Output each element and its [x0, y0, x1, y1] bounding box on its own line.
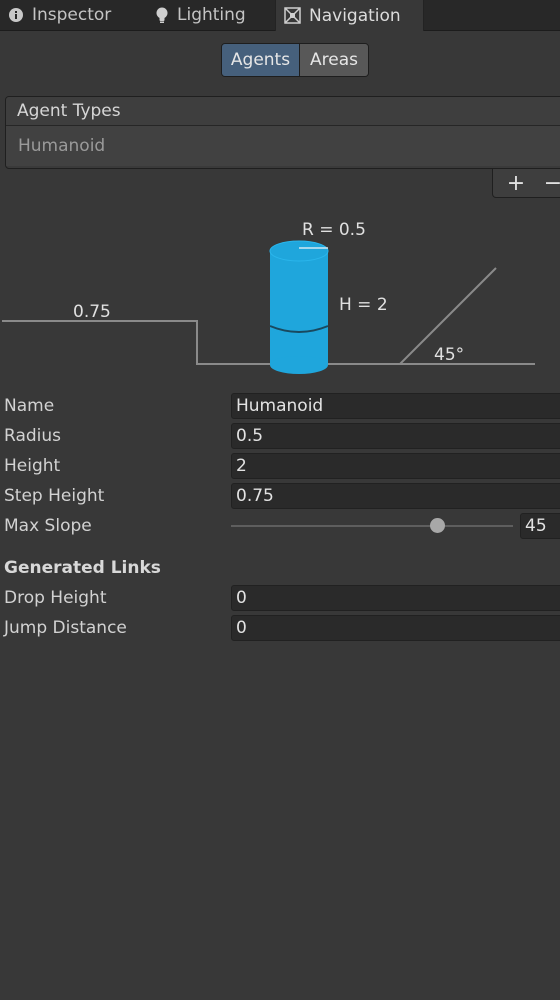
list-item[interactable]: Humanoid — [6, 126, 560, 166]
jump-distance-field[interactable]: 0 — [231, 615, 560, 641]
radius-label-field: Radius — [4, 426, 62, 446]
height-label-field: Height — [4, 456, 61, 476]
height-field[interactable]: 2 — [231, 453, 560, 479]
max-slope-slider-thumb[interactable] — [430, 518, 445, 533]
tab-navigation-label: Navigation — [309, 5, 401, 26]
tab-inspector[interactable]: Inspector — [8, 0, 111, 30]
step-height-label-field: Step Height — [4, 486, 105, 506]
areas-button[interactable]: Areas — [300, 44, 368, 76]
info-icon — [8, 7, 24, 23]
name-field[interactable]: Humanoid — [231, 393, 560, 419]
slope-label: 45° — [434, 345, 464, 365]
agent-diagram: R = 0.5 H = 2 0.75 45° — [2, 220, 535, 374]
max-slope-label: Max Slope — [4, 516, 92, 536]
max-slope-slider-track[interactable] — [231, 525, 513, 527]
name-label: Name — [4, 396, 55, 416]
add-agent-button[interactable]: + — [501, 169, 531, 197]
agent-types-header: Agent Types — [6, 97, 560, 126]
generated-links-title: Generated Links — [4, 558, 161, 578]
radius-label: R = 0.5 — [302, 220, 366, 240]
radius-field[interactable]: 0.5 — [231, 423, 560, 449]
jump-distance-label: Jump Distance — [4, 618, 127, 638]
tab-lighting[interactable]: Lighting — [155, 0, 246, 30]
tab-bar: Inspector Lighting Navigation — [0, 0, 560, 31]
drop-height-label: Drop Height — [4, 588, 107, 608]
tab-inspector-label: Inspector — [32, 5, 112, 25]
height-label: H = 2 — [339, 295, 388, 315]
navmesh-icon — [284, 7, 301, 24]
agents-areas-toggle: Agents Areas — [221, 43, 369, 77]
drop-height-field[interactable]: 0 — [231, 585, 560, 611]
agents-button[interactable]: Agents — [222, 44, 300, 76]
lightbulb-icon — [155, 7, 169, 24]
list-footer: + − — [492, 169, 560, 198]
step-height-label: 0.75 — [73, 302, 111, 322]
step-height-field[interactable]: 0.75 — [231, 483, 560, 509]
agent-types-list: Agent Types Humanoid — [5, 96, 560, 169]
tab-navigation[interactable]: Navigation — [275, 0, 424, 31]
remove-agent-button[interactable]: − — [538, 169, 560, 197]
tab-lighting-label: Lighting — [177, 5, 246, 25]
agent-cylinder — [269, 240, 329, 374]
max-slope-field[interactable]: 45 — [520, 513, 560, 539]
navigation-window: Inspector Lighting Navigation Agents Are… — [0, 0, 560, 1000]
